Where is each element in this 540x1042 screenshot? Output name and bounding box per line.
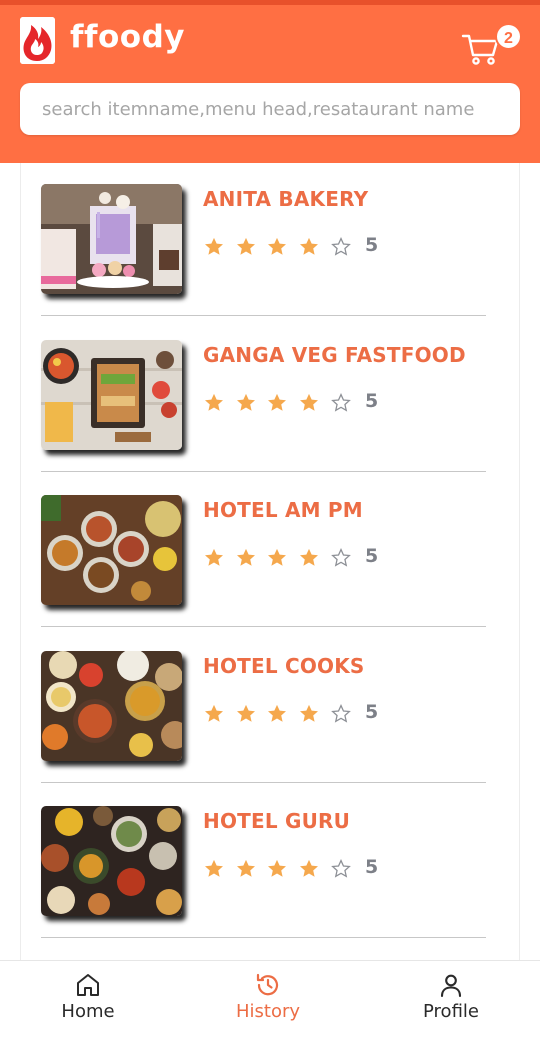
nav-profile[interactable]: Profile [391, 961, 511, 1042]
restaurant-card[interactable]: GANGA VEG FASTFOOD 5 [21, 319, 519, 475]
star-filled-icon [266, 392, 288, 414]
star-filled-icon [298, 547, 320, 569]
app-title: ffoody [70, 19, 185, 55]
star-empty-icon [330, 547, 352, 569]
star-filled-icon [235, 858, 257, 880]
nav-home[interactable]: Home [28, 961, 148, 1042]
bottom-navigation: Home History Profile [0, 960, 540, 1042]
divider [41, 470, 486, 472]
divider [41, 937, 486, 938]
star-filled-icon [298, 703, 320, 725]
nav-history-label: History [235, 1001, 301, 1022]
restaurant-name[interactable]: HOTEL GURU [203, 809, 350, 833]
home-icon [74, 971, 102, 999]
star-filled-icon [203, 236, 225, 258]
divider [41, 315, 486, 316]
star-filled-icon [266, 236, 288, 258]
cart-count-badge: 2 [495, 23, 522, 50]
history-icon [254, 971, 282, 999]
star-filled-icon [235, 547, 257, 569]
star-filled-icon [203, 703, 225, 725]
restaurant-card[interactable]: HOTEL GURU 5 [21, 785, 519, 941]
search-input[interactable] [20, 83, 520, 135]
star-filled-icon [203, 392, 225, 414]
app-header: ffoody 2 [0, 5, 540, 163]
star-filled-icon [203, 547, 225, 569]
nav-profile-label: Profile [423, 1001, 479, 1022]
food-spread-photo [41, 806, 182, 916]
star-filled-icon [298, 392, 320, 414]
fastfood-platter-photo [41, 339, 182, 450]
nav-home-label: Home [61, 1001, 115, 1022]
star-empty-icon [330, 858, 352, 880]
restaurant-card[interactable]: HOTEL AM PM 5 [21, 474, 519, 630]
star-empty-icon [330, 392, 352, 414]
star-filled-icon [235, 236, 257, 258]
star-filled-icon [235, 703, 257, 725]
restaurant-name[interactable]: HOTEL COOKS [203, 654, 365, 678]
restaurant-name[interactable]: HOTEL AM PM [203, 498, 363, 522]
flame-logo-icon [20, 17, 55, 64]
divider [41, 781, 486, 783]
restaurant-list: ANITA BAKERY 5 GANGA VEG FASTFOOD 5 HOTE… [20, 163, 520, 960]
profile-icon [437, 971, 465, 999]
star-filled-icon [298, 236, 320, 258]
star-filled-icon [203, 858, 225, 880]
star-filled-icon [266, 703, 288, 725]
star-filled-icon [266, 858, 288, 880]
rating-value: 5 [365, 389, 379, 412]
star-filled-icon [235, 392, 257, 414]
indian-thali-photo [41, 650, 182, 761]
divider [41, 626, 486, 627]
star-empty-icon [330, 703, 352, 725]
nav-history[interactable]: History [208, 961, 328, 1042]
star-filled-icon [298, 858, 320, 880]
rating-value: 5 [365, 700, 379, 723]
restaurant-name[interactable]: ANITA BAKERY [203, 187, 368, 211]
cart-icon[interactable] [460, 31, 500, 67]
star-empty-icon [330, 236, 352, 258]
rating-value: 5 [365, 545, 379, 567]
curry-bowls-photo [41, 495, 182, 605]
restaurant-card[interactable]: HOTEL COOKS 5 [21, 630, 519, 786]
cake-photo [41, 184, 182, 294]
restaurant-name[interactable]: GANGA VEG FASTFOOD [203, 343, 466, 367]
rating-value: 5 [365, 856, 379, 878]
restaurant-card[interactable]: ANITA BAKERY 5 [21, 163, 519, 319]
star-filled-icon [266, 547, 288, 569]
rating-value: 5 [365, 234, 379, 256]
